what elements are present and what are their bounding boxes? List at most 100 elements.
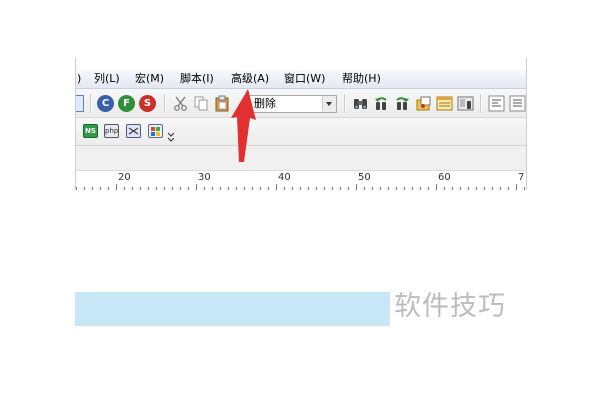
watermark-text: 软件技巧: [394, 291, 506, 322]
ruler-tick: [84, 187, 85, 190]
ruler-tick: [436, 184, 437, 190]
toolbar-separator: [344, 94, 346, 113]
ruler-tick: [348, 187, 349, 190]
ruler-tick: [92, 187, 93, 190]
ruler-tick: [500, 187, 501, 190]
ruler-tick: [404, 187, 405, 190]
ruler-tick: [332, 187, 333, 190]
ruler-tick: [148, 187, 149, 190]
ruler-tick: [220, 187, 221, 190]
ruler-tick: [420, 187, 421, 190]
ruler-tick: [356, 184, 357, 190]
ruler-tick: [244, 187, 245, 190]
paste-icon[interactable]: [214, 95, 231, 112]
ruler-tick: [132, 187, 133, 190]
window-top-strip: [76, 58, 526, 70]
toolbar-overflow-icon[interactable]: [167, 128, 175, 142]
ruler-tick: [140, 187, 141, 190]
menu-item-partial[interactable]: ): [77, 72, 81, 86]
ruler-tick: [204, 187, 205, 190]
ruler-tick: [468, 187, 469, 190]
f-circle-icon[interactable]: F: [118, 95, 135, 112]
menu-item-window[interactable]: 窗口(W): [284, 72, 325, 86]
ruler-tick: [372, 187, 373, 190]
ruler-tick: [188, 187, 189, 190]
ruler-tick: [252, 187, 253, 190]
align-left-icon[interactable]: [488, 95, 505, 112]
toolbar-separator: [90, 94, 92, 113]
menu-item-script[interactable]: 脚本(I): [180, 72, 214, 86]
ruler-tick: [508, 187, 509, 190]
ruler-tick: [300, 187, 301, 190]
script-window-icon[interactable]: [126, 124, 141, 138]
ruler-tick: [172, 187, 173, 190]
ruler-tick: [388, 187, 389, 190]
ruler-tick: [236, 187, 237, 190]
windows-logo-icon[interactable]: [148, 124, 163, 138]
c-circle-icon[interactable]: C: [97, 95, 114, 112]
menu-item-help[interactable]: 帮助(H): [342, 72, 381, 86]
column-ruler: 20 30 40 50 60 7: [76, 171, 526, 190]
ruler-tick: [76, 187, 77, 190]
ruler-tick: [452, 187, 453, 190]
ruler-tick: [524, 187, 525, 190]
ruler-tick: [156, 187, 157, 190]
ruler-tick: [396, 187, 397, 190]
find-previous-icon[interactable]: [373, 95, 390, 112]
menu-bar: ) 列(L) 宏(M) 脚本(I) 高级(A) 窗口(W) 帮助(H): [76, 70, 526, 89]
s-circle-icon[interactable]: S: [139, 95, 156, 112]
ruler-tick: [428, 187, 429, 190]
ruler-tick: [124, 187, 125, 190]
editor-window: ) 列(L) 宏(M) 脚本(I) 高级(A) 窗口(W) 帮助(H) C F …: [75, 58, 527, 190]
editor-tab-area: [76, 146, 526, 171]
combo-value: 删除: [254, 97, 276, 110]
ruler-tick: [364, 187, 365, 190]
ruler-tick: [340, 187, 341, 190]
ruler-tick: [316, 187, 317, 190]
ruler-tick: [260, 187, 261, 190]
ruler-label: 30: [198, 172, 211, 183]
ruler-tick: [308, 187, 309, 190]
ruler-tick: [196, 184, 197, 190]
main-toolbar: C F S 删除: [76, 89, 526, 118]
ruler-label: 40: [278, 172, 291, 183]
ruler-tick: [516, 184, 517, 190]
command-combo-box[interactable]: 删除: [246, 95, 337, 113]
ruler-label: 20: [118, 172, 131, 183]
menu-item-macro[interactable]: 宏(M): [135, 72, 164, 86]
nsis-script-icon[interactable]: NS: [83, 124, 98, 138]
copy-icon[interactable]: [193, 95, 210, 112]
ruler-tick: [444, 187, 445, 190]
menu-item-column[interactable]: 列(L): [94, 72, 120, 86]
ruler-tick: [164, 187, 165, 190]
selected-text-highlight: [75, 292, 390, 326]
ruler-tick: [412, 187, 413, 190]
ruler-tick: [268, 187, 269, 190]
ruler-label: 60: [438, 172, 451, 183]
toolbar-separator: [164, 94, 166, 113]
php-script-icon[interactable]: php: [104, 124, 119, 138]
find-binoculars-icon[interactable]: [352, 95, 369, 112]
cut-icon[interactable]: [172, 95, 189, 112]
ruler-tick: [228, 187, 229, 190]
ruler-tick: [292, 187, 293, 190]
find-next-icon[interactable]: [394, 95, 411, 112]
replace-in-files-icon[interactable]: [457, 95, 474, 112]
menu-item-advanced[interactable]: 高级(A): [231, 72, 269, 86]
secondary-toolbar: NS php: [76, 118, 526, 146]
ruler-tick: [212, 187, 213, 190]
ruler-tick: [284, 187, 285, 190]
ruler-tick: [276, 184, 277, 190]
align-justify-icon[interactable]: [509, 95, 526, 112]
ruler-tick: [460, 187, 461, 190]
ruler-tick: [180, 187, 181, 190]
replace-icon[interactable]: [436, 95, 453, 112]
find-in-files-icon[interactable]: [415, 95, 432, 112]
ruler-label: 50: [358, 172, 371, 183]
ruler-tick: [108, 187, 109, 190]
ruler-tick: [380, 187, 381, 190]
ruler-tick: [100, 187, 101, 190]
chevron-down-icon[interactable]: [322, 96, 336, 112]
column-mode-button[interactable]: [76, 95, 84, 112]
ruler-tick: [484, 187, 485, 190]
